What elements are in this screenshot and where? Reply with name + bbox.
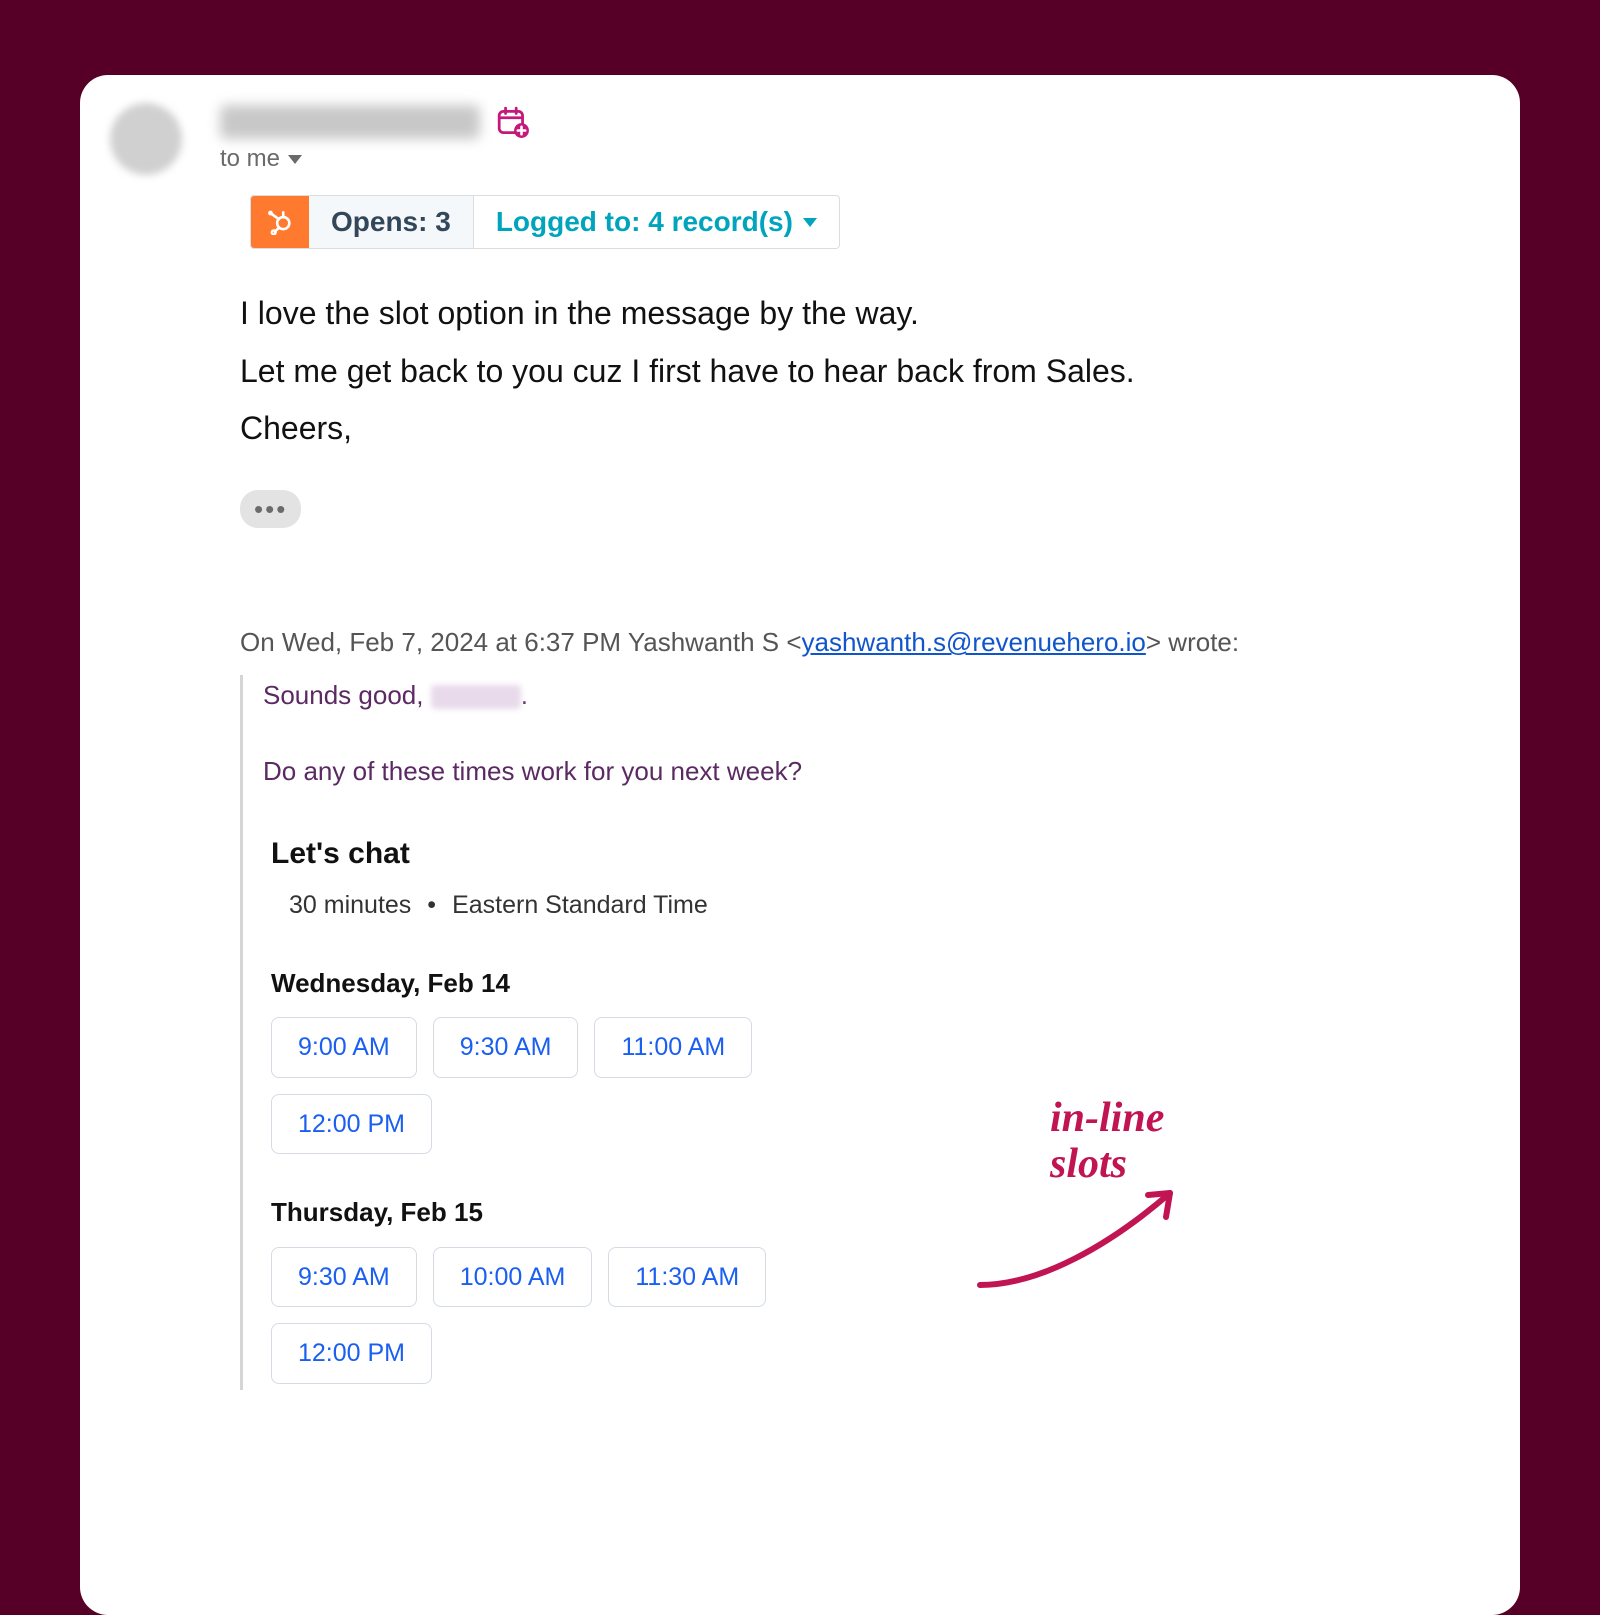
scheduler-widget: Let's chat 30 minutes•Eastern Standard T… bbox=[263, 825, 1160, 1390]
avatar[interactable] bbox=[110, 103, 182, 175]
slot-row: 9:30 AM 10:00 AM 11:30 AM 12:00 PM bbox=[271, 1247, 891, 1385]
quoted-line: Sounds good, bbox=[263, 680, 431, 710]
quote-intro: On Wed, Feb 7, 2024 at 6:37 PM Yashwanth… bbox=[240, 622, 1450, 662]
opens-count[interactable]: Opens: 3 bbox=[309, 196, 474, 248]
email-card: to me Opens: 3 Logged to: 4 record(s) bbox=[80, 75, 1520, 1615]
time-slot-button[interactable]: 10:00 AM bbox=[433, 1247, 593, 1308]
time-slot-button[interactable]: 9:00 AM bbox=[271, 1017, 417, 1078]
chevron-down-icon bbox=[803, 218, 817, 227]
chevron-down-icon bbox=[288, 155, 302, 164]
scheduler-title: Let's chat bbox=[271, 831, 1152, 878]
scheduler-day-group: Thursday, Feb 15 9:30 AM 10:00 AM 11:30 … bbox=[271, 1192, 1152, 1384]
time-slot-button[interactable]: 9:30 AM bbox=[433, 1017, 579, 1078]
slot-row: 9:00 AM 9:30 AM 11:00 AM 12:00 PM bbox=[271, 1017, 891, 1155]
scheduler-duration: 30 minutes bbox=[289, 891, 411, 919]
quote-suffix: > wrote: bbox=[1146, 627, 1239, 657]
time-slot-button[interactable]: 11:30 AM bbox=[608, 1247, 766, 1308]
day-label: Wednesday, Feb 14 bbox=[271, 963, 1152, 1003]
scheduler-timezone: Eastern Standard Time bbox=[452, 891, 708, 919]
sender-name[interactable] bbox=[220, 105, 480, 139]
day-label: Thursday, Feb 15 bbox=[271, 1192, 1152, 1232]
quoted-line: . bbox=[521, 680, 528, 710]
quoted-email-link[interactable]: yashwanth.s@revenuehero.io bbox=[802, 627, 1146, 657]
recipient-dropdown[interactable]: to me bbox=[220, 145, 1480, 173]
time-slot-button[interactable]: 12:00 PM bbox=[271, 1323, 432, 1384]
time-slot-button[interactable]: 11:00 AM bbox=[594, 1017, 752, 1078]
email-body: I love the slot option in the message by… bbox=[80, 249, 1520, 1390]
hubspot-icon[interactable] bbox=[251, 196, 309, 248]
time-slot-button[interactable]: 12:00 PM bbox=[271, 1094, 432, 1155]
body-line: Cheers, bbox=[240, 404, 1450, 454]
redacted-name bbox=[431, 685, 521, 709]
calendar-add-icon[interactable] bbox=[496, 105, 530, 139]
email-header: to me Opens: 3 Logged to: 4 record(s) bbox=[80, 75, 1520, 249]
show-trimmed-content-button[interactable]: ••• bbox=[240, 490, 301, 528]
time-slot-button[interactable]: 9:30 AM bbox=[271, 1247, 417, 1308]
logged-records-dropdown[interactable]: Logged to: 4 record(s) bbox=[474, 196, 839, 248]
hubspot-bar: Opens: 3 Logged to: 4 record(s) bbox=[250, 195, 840, 249]
body-line: I love the slot option in the message by… bbox=[240, 289, 1450, 339]
quote-prefix: On Wed, Feb 7, 2024 at 6:37 PM Yashwanth… bbox=[240, 627, 802, 657]
quoted-message: Sounds good, . Do any of these times wor… bbox=[240, 675, 1160, 1390]
logged-label: Logged to: 4 record(s) bbox=[496, 206, 793, 238]
quoted-line: Do any of these times work for you next … bbox=[263, 751, 1160, 791]
body-line: Let me get back to you cuz I first have … bbox=[240, 347, 1450, 397]
scheduler-day-group: Wednesday, Feb 14 9:00 AM 9:30 AM 11:00 … bbox=[271, 963, 1152, 1155]
recipient-label: to me bbox=[220, 145, 280, 173]
scheduler-meta: 30 minutes•Eastern Standard Time bbox=[289, 886, 1152, 925]
